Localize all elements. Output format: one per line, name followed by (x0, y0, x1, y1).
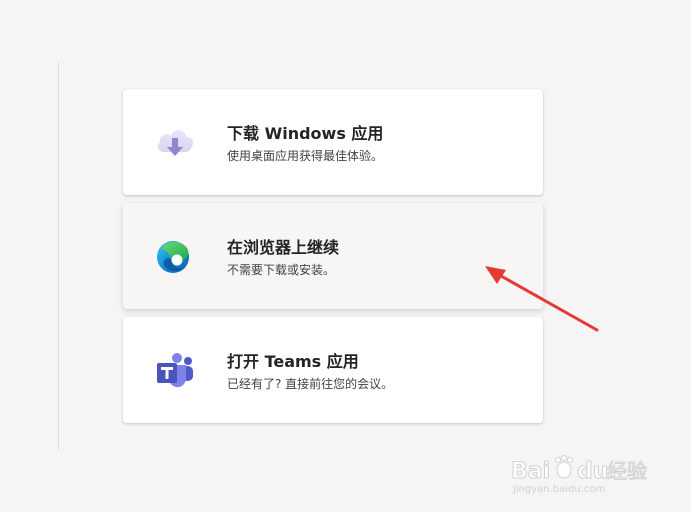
card-title: 下载 Windows 应用 (227, 124, 384, 143)
card-subtitle: 不需要下载或安装。 (227, 263, 336, 277)
red-annotation-arrow (480, 262, 605, 341)
svg-text:Bai: Bai (511, 459, 550, 484)
card-title: 在浏览器上继续 (227, 238, 340, 257)
teams-icon (153, 350, 197, 390)
cloud-download-icon (153, 122, 197, 162)
edge-browser-icon (153, 236, 197, 276)
svg-text:经验: 经验 (607, 459, 647, 483)
svg-text:jingyan.baidu.com: jingyan.baidu.com (512, 484, 605, 495)
left-divider (58, 62, 59, 450)
download-windows-app-card[interactable]: 下载 Windows 应用 使用桌面应用获得最佳体验。 (123, 89, 543, 195)
svg-text:du: du (577, 459, 608, 484)
card-subtitle: 使用桌面应用获得最佳体验。 (227, 149, 384, 163)
baidu-jingyan-watermark: Bai du 经验 jingyan.baidu.com (501, 448, 671, 498)
card-title: 打开 Teams 应用 (227, 352, 359, 371)
card-subtitle: 已经有了? 直接前往您的会议。 (227, 377, 394, 391)
